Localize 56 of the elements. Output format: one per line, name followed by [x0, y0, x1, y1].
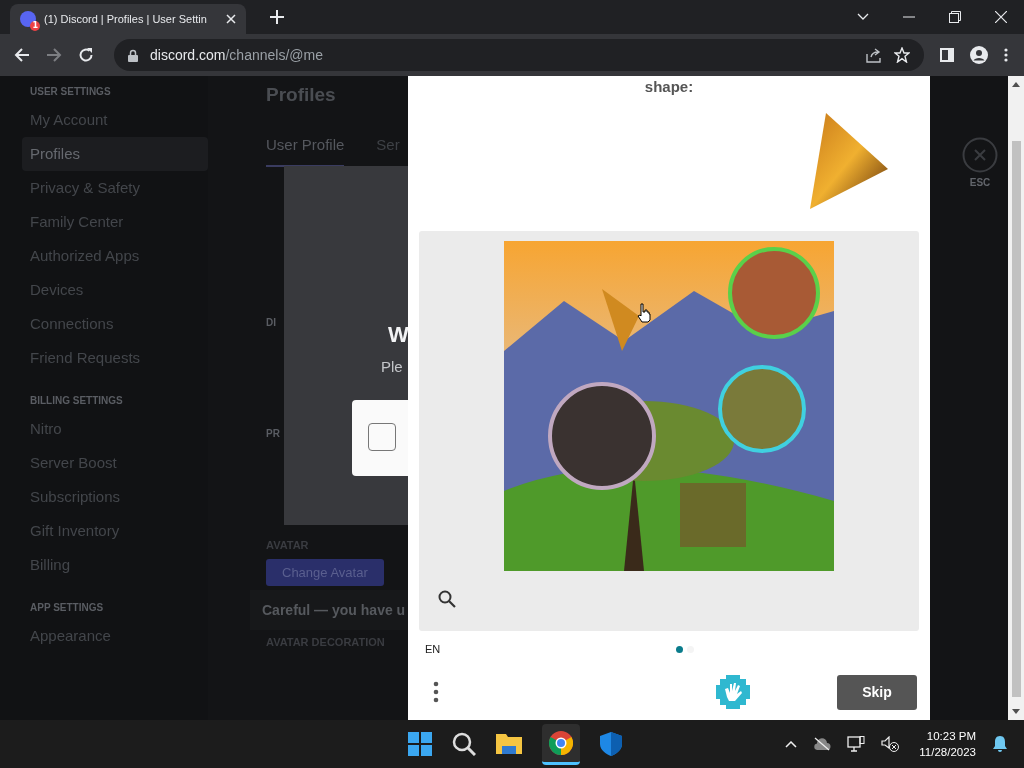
- url-text: discord.com/channels/@me: [150, 47, 323, 63]
- windows-start-icon[interactable]: [408, 732, 432, 756]
- reload-icon[interactable]: [78, 47, 94, 63]
- chevron-down-icon[interactable]: [857, 13, 869, 21]
- skip-button[interactable]: Skip: [837, 674, 917, 710]
- side-panel-icon[interactable]: [940, 48, 954, 62]
- scrollbar-thumb[interactable]: [1011, 141, 1021, 697]
- volume-muted-icon[interactable]: [881, 736, 900, 752]
- new-tab-icon[interactable]: [270, 10, 284, 24]
- section-heading: APP SETTINGS: [29, 601, 105, 615]
- clock-date[interactable]: 11/28/2023: [919, 744, 976, 760]
- modal-text: Ple: [381, 358, 403, 375]
- sidebar-item[interactable]: Profiles: [22, 137, 208, 171]
- hand-logo-icon: [716, 675, 750, 709]
- cloud-off-icon[interactable]: [813, 737, 832, 751]
- chrome-taskbar-button[interactable]: [542, 723, 580, 765]
- captcha-checkbox[interactable]: [368, 423, 396, 451]
- close-icon[interactable]: [995, 11, 1007, 23]
- language-selector[interactable]: EN: [425, 643, 441, 655]
- section-heading: USER SETTINGS: [29, 85, 112, 99]
- folder-icon[interactable]: [496, 732, 522, 756]
- section-label: PR: [266, 428, 280, 439]
- shield-icon[interactable]: [600, 732, 622, 756]
- hand-cursor-icon: [637, 303, 651, 323]
- page-title: Profiles: [266, 84, 336, 107]
- tab-title: (1) Discord | Profiles | User Settin: [44, 13, 208, 25]
- address-bar[interactable]: discord.com/channels/@me: [114, 39, 924, 71]
- clock-time[interactable]: 10:23 PM: [926, 728, 976, 744]
- chevron-up-icon[interactable]: [785, 740, 798, 748]
- notification-badge: 1: [30, 21, 40, 31]
- scroll-up-arrow-icon[interactable]: [1012, 82, 1020, 87]
- captcha-prompt: shape:: [643, 78, 695, 95]
- close-tab-icon[interactable]: [226, 14, 236, 24]
- bell-icon[interactable]: [992, 735, 1008, 753]
- chrome-icon: [549, 730, 573, 755]
- modal-heading: W: [388, 322, 408, 348]
- more-options-icon[interactable]: [433, 681, 439, 703]
- esc-label: ESC: [969, 177, 991, 188]
- search-icon[interactable]: [438, 590, 456, 608]
- menu-dots-icon[interactable]: [1004, 48, 1008, 62]
- section-heading: BILLING SETTINGS: [29, 394, 124, 408]
- restore-icon[interactable]: [949, 11, 961, 23]
- scroll-down-arrow-icon[interactable]: [1012, 709, 1020, 714]
- browser-tab[interactable]: 1 (1) Discord | Profiles | User Settin: [10, 4, 246, 34]
- scrollbar[interactable]: [1008, 76, 1024, 720]
- share-icon[interactable]: [866, 47, 882, 63]
- warning-toast: Careful — you have u: [250, 590, 408, 630]
- back-arrow-icon[interactable]: [14, 47, 30, 63]
- forward-arrow-icon[interactable]: [46, 47, 62, 63]
- lock-icon: [128, 48, 138, 62]
- search-icon[interactable]: [452, 732, 476, 756]
- section-label: DI: [266, 317, 276, 328]
- landscape-puzzle-image[interactable]: [504, 241, 834, 571]
- network-icon[interactable]: [847, 736, 866, 752]
- star-icon[interactable]: [894, 47, 910, 63]
- profile-icon[interactable]: [970, 46, 988, 64]
